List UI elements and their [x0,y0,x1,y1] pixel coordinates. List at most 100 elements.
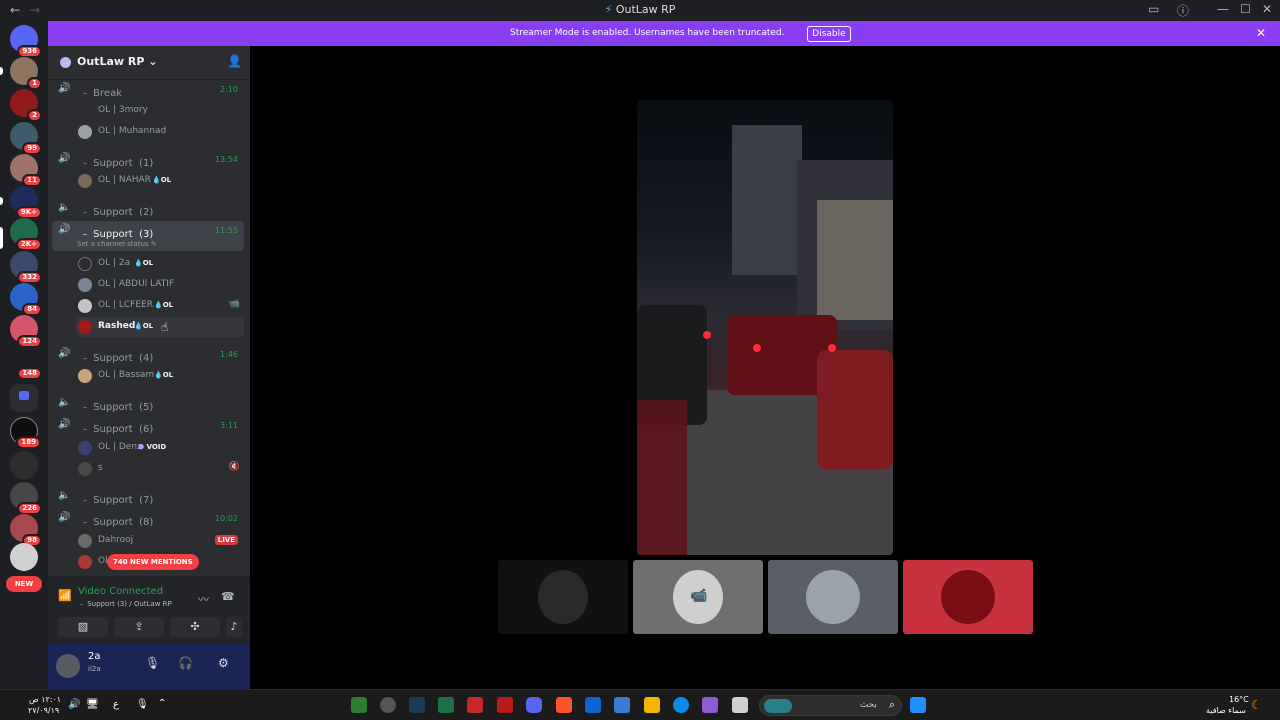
search-box[interactable]: بحث ⌕ [759,695,902,716]
role-tag-text: OL [142,259,154,267]
soundboard-button[interactable]: ♪ [226,617,242,637]
maximize-icon[interactable]: ☐ [1240,2,1251,16]
close-icon[interactable]: ✕ [1256,26,1266,40]
camera-toggle-button[interactable]: ▧ [58,617,108,637]
guild-name[interactable]: OutLaw RP ⌄ [77,55,157,68]
invite-people-icon[interactable]: 👤 [227,54,242,68]
voice-user[interactable]: OL | ABDUl LATIF [76,275,244,295]
adobe-icon[interactable] [497,697,513,713]
server-icon[interactable]: 148 [10,347,42,380]
server-icon[interactable] [10,451,38,479]
channel-status-input[interactable]: Set a channel status ✎ [77,240,157,248]
window-close-icon[interactable]: ✕ [1262,2,1272,16]
banner-message: Streamer Mode is enabled. Usernames have… [510,28,785,38]
server-icon[interactable]: 189 [10,417,41,449]
voice-user[interactable]: OL | Bassam 💧OL [76,366,244,386]
moon-weather-icon[interactable]: ☾ [1251,698,1262,712]
voice-channel-support-5[interactable]: 🔈 ﹣ Support (5) [52,394,244,414]
role-tag-text: OL [162,301,174,309]
minimize-icon[interactable]: — [1217,2,1229,16]
language-indicator[interactable]: ع [113,699,119,710]
voice-user[interactable]: OL | NAHAR 💧OL [76,171,244,191]
voice-user[interactable]: Dahrooj LIVE [76,531,244,551]
participant-tile[interactable]: 📹 [633,560,763,634]
voice-info[interactable]: Video Connected ﹣ Support (3) / OutLaw R… [70,577,190,613]
participant-tile[interactable] [768,560,898,634]
chevron-up-icon[interactable]: ⌃ [158,698,166,709]
headphones-icon[interactable]: 🎧 [178,656,193,670]
channel-name: ﹣ Support (1) [80,158,154,169]
disable-button[interactable]: Disable [807,26,851,42]
voice-user[interactable]: OL | Denz ⬢ VOID [76,438,244,458]
copilot-icon[interactable] [702,697,718,713]
voice-user[interactable]: OL | LCFEER 💧OL 📹 [76,296,244,316]
edge-icon[interactable] [673,697,689,713]
server-icon[interactable]: 2 [10,89,42,122]
home-server-icon[interactable]: 936 [10,25,42,58]
voice-user[interactable]: OL | Muhannad [76,122,244,142]
participant-tile[interactable] [903,560,1033,634]
volume-icon[interactable]: 🔊 [68,699,80,710]
voice-channel-support-7[interactable]: 🔈 ﹣ Support (7) [52,487,244,507]
discord-icon[interactable] [526,697,542,713]
server-icon[interactable]: 98 [10,514,42,547]
username[interactable]: 2a [88,651,101,662]
store-icon[interactable] [614,697,630,713]
task-view-icon[interactable] [732,697,748,713]
help-icon[interactable]: ⓘ [1177,2,1189,19]
channel-timer: 3:11 [220,421,238,430]
badge: 2K+ [15,238,42,251]
voice-channel-break[interactable]: 🔊 ﹣ Break 2:10 [52,80,244,100]
settings-gear-icon[interactable]: ⚙ [218,656,229,670]
disconnect-icon[interactable]: ☎ [221,590,235,603]
new-servers-pill[interactable]: NEW [6,576,42,592]
server-icon[interactable]: 1 [10,57,42,90]
voice-channel-support-3[interactable]: 🔊 ﹣ Support (3) 11:55 Set a channel stat… [52,221,244,251]
video-frame [637,125,893,555]
server-icon[interactable]: 84 [10,283,42,316]
video-stream[interactable] [637,100,893,555]
server-icon[interactable]: 9K+ [10,186,42,219]
start-icon[interactable] [910,697,926,713]
participant-tile[interactable] [498,560,628,634]
activities-button[interactable]: ✣ [170,617,220,637]
server-icon[interactable]: 124 [10,315,42,348]
server-icon[interactable]: 99 [10,122,42,155]
new-mentions-pill[interactable]: 740 NEW MENTIONS [107,554,199,570]
inbox-icon[interactable]: ▭ [1148,2,1159,16]
steam-icon[interactable] [409,697,425,713]
user-name: OL | ABDUl LATIF [98,279,175,289]
microphone-icon[interactable]: 🎙 [145,656,160,670]
server-icon[interactable]: 332 [10,251,42,284]
avatar[interactable] [56,654,80,678]
mail-icon[interactable] [585,697,601,713]
guild-header[interactable]: OutLaw RP ⌄ 👤 [48,46,250,80]
voice-channel-support-2[interactable]: 🔈 ﹣ Support (2) [52,199,244,219]
file-explorer-icon[interactable] [644,697,660,713]
voice-user[interactable]: s 🔇 [76,459,244,479]
excel-icon[interactable] [438,697,454,713]
folder-icon[interactable] [10,384,38,412]
server-icon[interactable] [10,543,38,571]
server-icon[interactable]: 11 [10,154,42,187]
server-icon[interactable]: 2K+ [10,218,42,251]
voice-channel-support-8[interactable]: 🔊 ﹣ Support (8) 10:02 [52,509,244,529]
app-icon[interactable] [351,697,367,713]
network-icon[interactable]: 🖥 [86,699,99,710]
microphone-icon[interactable]: 🎙 [136,699,149,710]
badge: 1 [27,77,42,90]
brave-icon[interactable] [556,697,572,713]
window-title: ⚡ OutLaw RP [0,3,1280,16]
app-icon[interactable] [380,697,396,713]
channel-name: ﹣ Support (7) [80,495,154,506]
voice-user-hovered[interactable]: Rashed 💧OL [76,317,244,337]
voice-user[interactable]: OL | 2a 💧OL [76,254,244,274]
voice-channel-support-4[interactable]: 🔊 ﹣ Support (4) 1:46 [52,345,244,365]
voice-channel-support-6[interactable]: 🔊 ﹣ Support (6) 3:11 [52,416,244,436]
server-icon[interactable]: 226 [10,482,42,515]
share-screen-button[interactable]: ⇪ [114,617,164,637]
app-icon[interactable] [467,697,483,713]
voice-user[interactable]: OL | 3mory [76,101,244,121]
noise-suppression-icon[interactable]: 〰 [198,591,209,607]
voice-channel-support-1[interactable]: 🔊 ﹣ Support (1) 13:54 [52,150,244,170]
